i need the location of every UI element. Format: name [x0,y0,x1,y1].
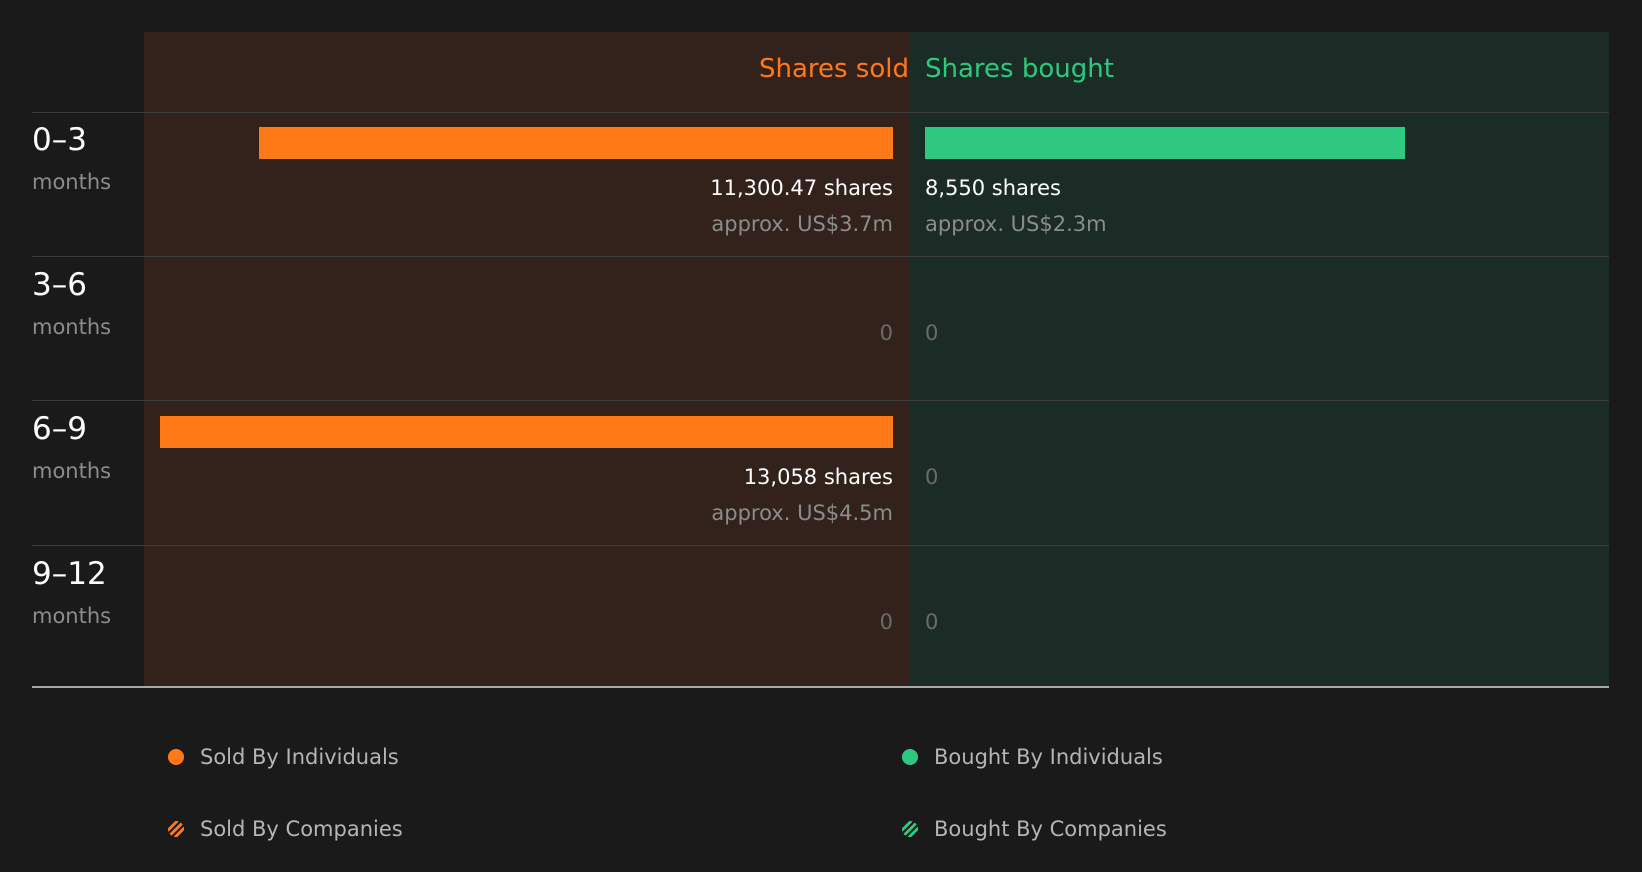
sold-value-label: approx. US$4.5m [711,501,893,525]
legend-swatch [902,749,918,765]
legend-swatch [168,821,184,837]
legend-item[interactable]: Bought By Individuals [902,742,1163,772]
row-range-label: 3–6 [32,266,87,303]
row-unit-label: months [32,314,112,339]
row-unit-label: months [32,170,112,194]
row-divider [32,400,1609,401]
sold-shares-label: 11,300.47 shares [710,176,893,200]
sold-zero-label: 0 [879,320,893,345]
legend-item[interactable]: Bought By Companies [902,814,1167,844]
sold-bar [258,127,893,159]
row-range-label: 9–12 [32,555,107,592]
sold-shares-label: 13,058 shares [743,465,893,489]
bought-zero-label: 0 [925,609,939,634]
row-range-label: 0–3 [32,122,87,158]
row-unit-label: months [32,459,112,483]
bought-shares-label: 8,550 shares [925,176,1061,200]
legend-label: Sold By Companies [200,817,403,841]
row-divider [32,545,1609,546]
header-shares-sold: Shares sold [758,54,909,84]
row-range-label: 6–9 [32,411,87,447]
bought-zero-label: 0 [925,320,939,345]
legend-swatch [902,821,918,837]
row-divider [32,256,1609,257]
bought-zero-label: 0 [925,465,939,489]
sold-bar [160,416,893,448]
legend-label: Sold By Individuals [200,745,399,769]
chart-baseline [32,686,1609,688]
legend-item[interactable]: Sold By Individuals [168,742,399,772]
sold-zero-label: 0 [879,609,893,634]
legend-label: Bought By Companies [934,817,1167,841]
row-divider [32,112,1609,113]
sold-value-label: approx. US$3.7m [711,212,893,236]
row-unit-label: months [32,603,112,628]
bought-value-label: approx. US$2.3m [925,212,1107,236]
legend-label: Bought By Individuals [934,745,1163,769]
header-shares-bought: Shares bought [925,54,1114,84]
legend-item[interactable]: Sold By Companies [168,814,403,844]
legend-swatch [168,749,184,765]
bought-bar [925,127,1405,159]
